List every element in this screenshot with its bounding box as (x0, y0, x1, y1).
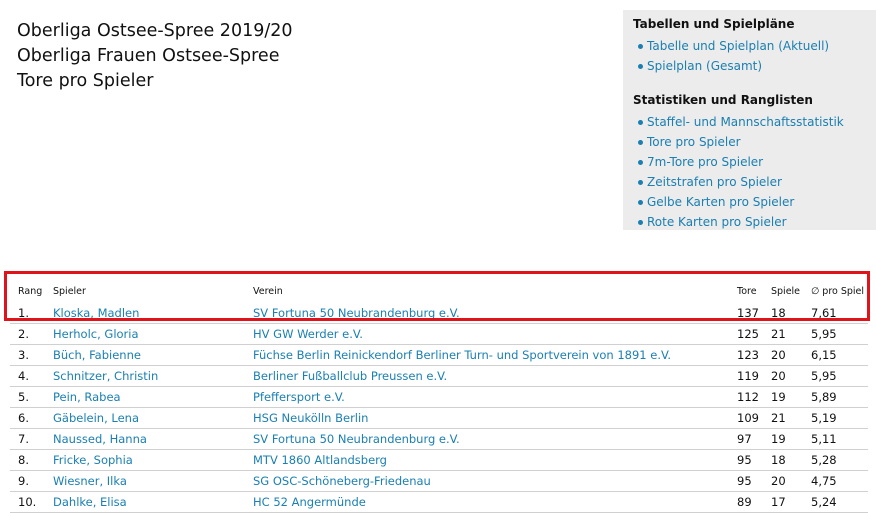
cell-verein-link[interactable]: HC 52 Angermünde (245, 491, 729, 513)
cell-spiele: 19 (763, 428, 803, 450)
nav-link-staffelstatistik[interactable]: Staffel- und Mannschaftsstatistik (633, 112, 866, 132)
nav-heading-tables: Tabellen und Spielpläne (633, 17, 795, 31)
table-row: 7. Naussed, Hanna SV Fortuna 50 Neubrand… (10, 428, 868, 450)
cell-verein-link[interactable]: SG OSC-Schöneberg-Friedenau (245, 470, 729, 492)
cell-spiele: 17 (763, 491, 803, 513)
cell-rang: 1. (10, 303, 45, 324)
cell-rang: 9. (10, 470, 45, 492)
nav-link-tabelle-aktuell[interactable]: Tabelle und Spielplan (Aktuell) (633, 36, 866, 56)
table-row: 4. Schnitzer, Christin Berliner Fußballc… (10, 365, 868, 387)
cell-tore: 95 (729, 449, 763, 471)
cell-rang: 7. (10, 428, 45, 450)
table-row: 9. Wiesner, Ilka SG OSC-Schöneberg-Fried… (10, 470, 868, 492)
nav-heading-statistics: Statistiken und Ranglisten (633, 93, 813, 107)
table-row: 1. Kloska, Madlen SV Fortuna 50 Neubrand… (10, 303, 868, 324)
cell-pro-spiel: 4,75 (803, 470, 868, 492)
cell-spieler-link[interactable]: Wiesner, Ilka (45, 470, 245, 492)
column-header-pro-spiel: ∅ pro Spiel (811, 286, 865, 297)
page-title-stat: Tore pro Spieler (17, 71, 154, 91)
table-row: 10. Dahlke, Elisa HC 52 Angermünde 89 17… (10, 491, 868, 513)
cell-spiele: 20 (763, 344, 803, 366)
page-title-block: Oberliga Ostsee-Spree 2019/20 Oberliga F… (17, 19, 293, 94)
cell-rang: 8. (10, 449, 45, 471)
cell-rang: 10. (10, 491, 45, 513)
cell-rang: 3. (10, 344, 45, 366)
cell-pro-spiel: 5,95 (803, 365, 868, 387)
cell-tore: 119 (729, 365, 763, 387)
cell-spiele: 20 (763, 470, 803, 492)
cell-tore: 95 (729, 470, 763, 492)
cell-rang: 5. (10, 386, 45, 408)
nav-list-tables: Tabelle und Spielplan (Aktuell) Spielpla… (633, 36, 866, 76)
cell-verein-link[interactable]: SV Fortuna 50 Neubrandenburg e.V. (245, 428, 729, 450)
cell-rang: 4. (10, 365, 45, 387)
nav-link-gelbe-karten[interactable]: Gelbe Karten pro Spieler (633, 192, 866, 212)
cell-tore: 112 (729, 386, 763, 408)
cell-spiele: 21 (763, 407, 803, 429)
cell-rang: 2. (10, 323, 45, 345)
nav-link-zeitstrafen[interactable]: Zeitstrafen pro Spieler (633, 172, 866, 192)
cell-spiele: 21 (763, 323, 803, 345)
cell-tore: 89 (729, 491, 763, 513)
cell-pro-spiel: 5,24 (803, 491, 868, 513)
table-row: 2. Herholc, Gloria HV GW Werder e.V. 125… (10, 323, 868, 345)
cell-verein-link[interactable]: SV Fortuna 50 Neubrandenburg e.V. (245, 303, 729, 324)
table-header-row: Rang Spieler Verein Tore Spiele ∅ pro Sp… (10, 280, 868, 303)
page-title-league: Oberliga Ostsee-Spree 2019/20 (17, 21, 293, 41)
cell-pro-spiel: 5,11 (803, 428, 868, 450)
nav-link-7m-tore[interactable]: 7m-Tore pro Spieler (633, 152, 866, 172)
nav-list-statistics: Staffel- und Mannschaftsstatistik Tore p… (633, 112, 866, 232)
scorer-table-container: Rang Spieler Verein Tore Spiele ∅ pro Sp… (10, 280, 876, 513)
cell-spiele: 18 (763, 449, 803, 471)
scorer-table: Rang Spieler Verein Tore Spiele ∅ pro Sp… (10, 280, 868, 513)
cell-spieler-link[interactable]: Dahlke, Elisa (45, 491, 245, 513)
cell-tore: 137 (729, 303, 763, 324)
cell-pro-spiel: 5,95 (803, 323, 868, 345)
page-title-division: Oberliga Frauen Ostsee-Spree (17, 46, 280, 66)
cell-pro-spiel: 5,89 (803, 386, 868, 408)
cell-spieler-link[interactable]: Fricke, Sophia (45, 449, 245, 471)
cell-tore: 97 (729, 428, 763, 450)
cell-verein-link[interactable]: HSG Neukölln Berlin (245, 407, 729, 429)
cell-tore: 123 (729, 344, 763, 366)
nav-link-spielplan-gesamt[interactable]: Spielplan (Gesamt) (633, 56, 866, 76)
navigation-box: Tabellen und Spielpläne Tabelle und Spie… (623, 10, 876, 230)
cell-spieler-link[interactable]: Gäbelein, Lena (45, 407, 245, 429)
cell-tore: 125 (729, 323, 763, 345)
cell-spiele: 19 (763, 386, 803, 408)
column-header-spieler: Spieler (53, 286, 86, 297)
cell-spieler-link[interactable]: Kloska, Madlen (45, 303, 245, 324)
cell-pro-spiel: 7,61 (803, 303, 868, 324)
nav-link-rote-karten[interactable]: Rote Karten pro Spieler (633, 212, 866, 232)
cell-spieler-link[interactable]: Naussed, Hanna (45, 428, 245, 450)
table-row: 8. Fricke, Sophia MTV 1860 Altlandsberg … (10, 449, 868, 471)
table-row: 3. Büch, Fabienne Füchse Berlin Reinicke… (10, 344, 868, 366)
cell-spieler-link[interactable]: Pein, Rabea (45, 386, 245, 408)
cell-spieler-link[interactable]: Schnitzer, Christin (45, 365, 245, 387)
column-header-spiele: Spiele (771, 286, 801, 297)
column-header-rang: Rang (18, 286, 43, 297)
cell-verein-link[interactable]: HV GW Werder e.V. (245, 323, 729, 345)
column-header-verein: Verein (253, 286, 283, 297)
cell-verein-link[interactable]: Pfeffersport e.V. (245, 386, 729, 408)
cell-pro-spiel: 6,15 (803, 344, 868, 366)
cell-pro-spiel: 5,19 (803, 407, 868, 429)
cell-tore: 109 (729, 407, 763, 429)
cell-verein-link[interactable]: Füchse Berlin Reinickendorf Berliner Tur… (245, 344, 729, 366)
cell-spiele: 18 (763, 303, 803, 324)
cell-spiele: 20 (763, 365, 803, 387)
cell-verein-link[interactable]: MTV 1860 Altlandsberg (245, 449, 729, 471)
cell-spieler-link[interactable]: Büch, Fabienne (45, 344, 245, 366)
nav-link-tore-pro-spieler[interactable]: Tore pro Spieler (633, 132, 866, 152)
cell-verein-link[interactable]: Berliner Fußballclub Preussen e.V. (245, 365, 729, 387)
cell-pro-spiel: 5,28 (803, 449, 868, 471)
table-row: 6. Gäbelein, Lena HSG Neukölln Berlin 10… (10, 407, 868, 429)
cell-spieler-link[interactable]: Herholc, Gloria (45, 323, 245, 345)
table-row: 5. Pein, Rabea Pfeffersport e.V. 112 19 … (10, 386, 868, 408)
cell-rang: 6. (10, 407, 45, 429)
column-header-tore: Tore (737, 286, 757, 297)
